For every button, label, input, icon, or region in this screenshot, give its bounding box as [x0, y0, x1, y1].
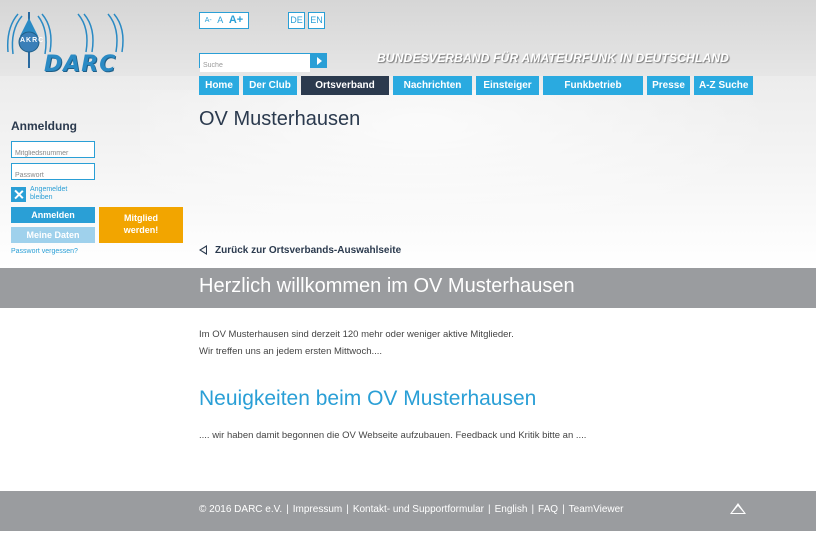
footer-link-teamviewer[interactable]: TeamViewer: [569, 504, 624, 515]
password-input[interactable]: [12, 168, 94, 183]
nav-item-der-club[interactable]: Der Club: [243, 76, 297, 95]
footer-link-english[interactable]: English: [495, 504, 528, 515]
my-data-button[interactable]: Meine Daten: [11, 227, 95, 243]
back-to-ov-selection-link[interactable]: Zurück zur Ortsverbands-Auswahlseite: [199, 245, 401, 256]
font-larger-button[interactable]: A+: [229, 15, 243, 26]
font-size-controls: A- A A+: [199, 12, 249, 29]
language-en-button[interactable]: EN: [308, 12, 325, 29]
main-nav: Home Der Club Ortsverband Nachrichten Ei…: [199, 76, 753, 95]
nav-item-home[interactable]: Home: [199, 76, 239, 95]
nav-item-funkbetrieb[interactable]: Funkbetrieb: [543, 76, 643, 95]
become-member-button[interactable]: Mitglied werden!: [99, 207, 183, 243]
font-smaller-button[interactable]: A-: [205, 17, 212, 24]
font-normal-button[interactable]: A: [217, 16, 223, 25]
member-number-field: [11, 141, 95, 161]
news-text: .... wir haben damit begonnen die OV Web…: [199, 430, 587, 441]
footer-separator: |: [286, 504, 289, 515]
logo-ring-text: AKRC: [20, 37, 45, 44]
nav-item-presse[interactable]: Presse: [647, 76, 690, 95]
language-de-button[interactable]: DE: [288, 12, 305, 29]
footer-separator: |: [488, 504, 491, 515]
intro-text: Im OV Musterhausen sind derzeit 120 mehr…: [199, 326, 514, 360]
search-field: [199, 53, 311, 72]
footer-link-faq[interactable]: FAQ: [538, 504, 558, 515]
intro-line-2: Wir treffen uns an jedem ersten Mittwoch…: [199, 346, 383, 357]
news-heading: Neuigkeiten beim OV Musterhausen: [199, 387, 537, 410]
remember-me-label: Angemeldet bleiben: [30, 186, 68, 201]
footer-separator: |: [562, 504, 565, 515]
welcome-title: Herzlich willkommen im OV Musterhausen: [199, 275, 575, 297]
footer-separator: |: [531, 504, 535, 515]
site-tagline: BUNDESVERBAND FÜR AMATEURFUNK IN DEUTSCH…: [377, 51, 730, 65]
login-button[interactable]: Anmelden: [11, 207, 95, 223]
footer-copyright: © 2016 DARC e.V.: [199, 504, 283, 515]
become-member-label: Mitglied werden!: [123, 213, 159, 235]
footer-link-impressum[interactable]: Impressum: [293, 504, 342, 515]
password-field: [11, 163, 95, 183]
scroll-to-top-icon[interactable]: [730, 503, 747, 515]
darc-logo[interactable]: AKRC DARC: [6, 8, 131, 77]
search-input[interactable]: [200, 59, 310, 72]
page-title: OV Musterhausen: [199, 108, 361, 130]
intro-line-1: Im OV Musterhausen sind derzeit 120 mehr…: [199, 329, 514, 340]
login-title: Anmeldung: [11, 119, 77, 133]
search-submit-button[interactable]: [311, 53, 327, 68]
footer-separator: |: [346, 504, 349, 515]
remember-me-checkbox[interactable]: [11, 187, 26, 202]
nav-item-ortsverband[interactable]: Ortsverband: [301, 76, 389, 95]
nav-item-a-z-suche[interactable]: A-Z Suche: [694, 76, 753, 95]
logo-text: DARC: [44, 52, 117, 77]
nav-item-einsteiger[interactable]: Einsteiger: [476, 76, 539, 95]
chevron-left-icon: [199, 245, 208, 256]
member-number-input[interactable]: [12, 146, 94, 161]
back-link-label: Zurück zur Ortsverbands-Auswahlseite: [215, 245, 402, 256]
nav-item-nachrichten[interactable]: Nachrichten: [393, 76, 472, 95]
forgot-password-link[interactable]: Passwort vergessen?: [11, 248, 78, 255]
footer-links: © 2016 DARC e.V. | Impressum | Kontakt- …: [199, 504, 624, 515]
footer-link-kontakt[interactable]: Kontakt- und Supportformular: [353, 504, 484, 515]
